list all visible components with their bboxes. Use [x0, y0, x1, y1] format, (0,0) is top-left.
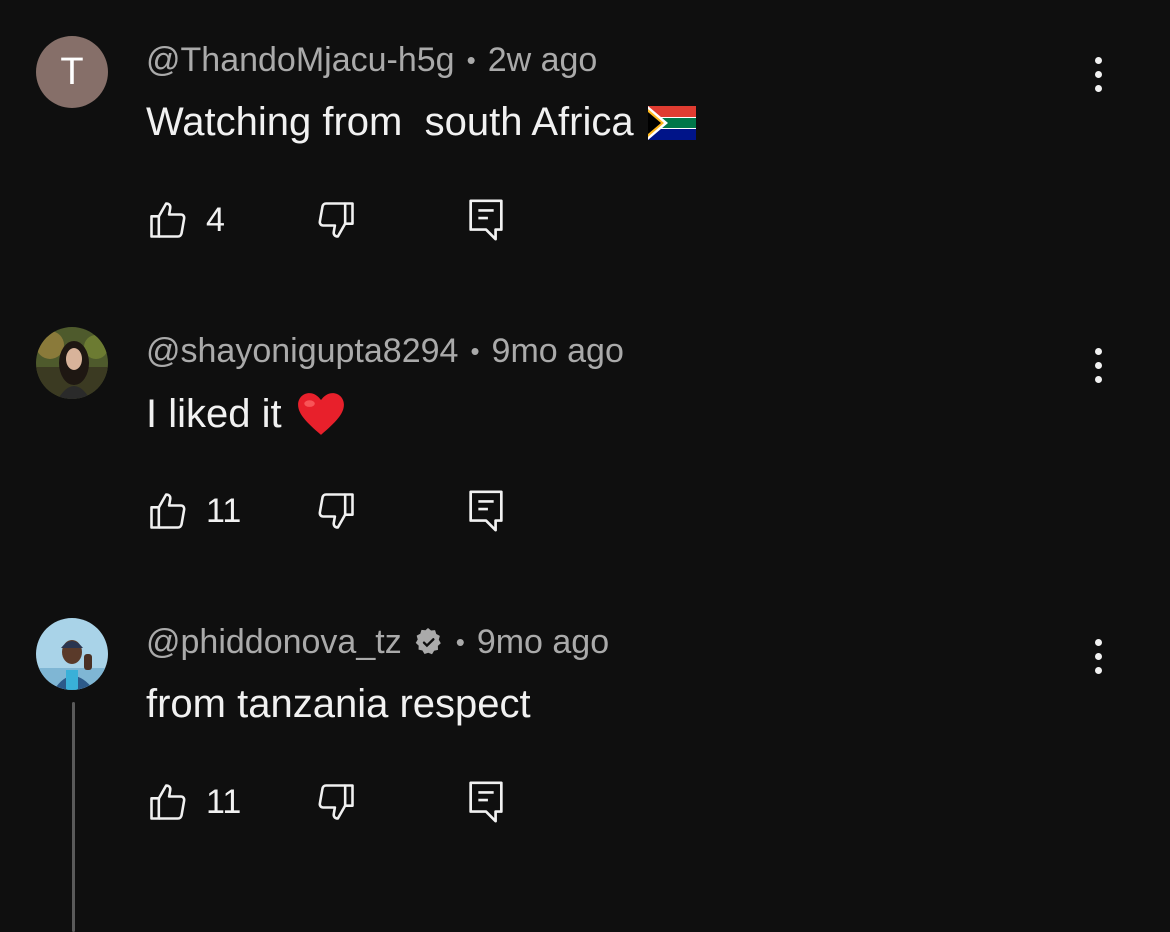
comment-time[interactable]: 9mo ago — [477, 623, 609, 662]
comment-text: from tanzania respect — [146, 682, 531, 727]
thumbs-up-icon — [150, 202, 186, 238]
avatar[interactable] — [36, 618, 108, 690]
comment-text-body: Watching from south Africa — [146, 100, 634, 144]
comment-meta: @ThandoMjacu-h5g • 2w ago — [146, 40, 597, 80]
comment-text: I liked it — [146, 391, 346, 437]
more-options-button[interactable] — [1080, 632, 1116, 680]
dislike-button[interactable] — [314, 778, 358, 826]
more-options-button[interactable] — [1080, 50, 1116, 98]
comment-text-body: I liked it — [146, 391, 282, 436]
thumbs-up-icon — [150, 493, 186, 529]
like-count: 11 — [206, 782, 242, 821]
more-vert-icon — [1094, 347, 1102, 355]
avatar-photo — [36, 327, 108, 399]
reply-icon — [469, 199, 503, 241]
thumbs-down-icon — [318, 202, 354, 238]
avatar-photo — [36, 618, 108, 690]
separator-dot: • — [470, 335, 480, 366]
more-vert-icon — [1094, 56, 1102, 64]
reply-button[interactable] — [466, 196, 506, 244]
comment-actions: 11 — [146, 487, 566, 535]
dislike-button[interactable] — [314, 196, 358, 244]
separator-dot: • — [466, 44, 476, 75]
reply-icon — [469, 490, 503, 532]
comment-author[interactable]: @ThandoMjacu-h5g — [146, 41, 455, 80]
like-count: 11 — [206, 491, 242, 530]
verified-badge-icon — [412, 626, 444, 658]
avatar[interactable] — [36, 327, 108, 399]
comment-time[interactable]: 9mo ago — [492, 332, 624, 371]
separator-dot: • — [455, 626, 465, 657]
comment-meta: @shayonigupta8294 • 9mo ago — [146, 331, 624, 371]
red-heart-icon — [296, 391, 346, 437]
thumbs-up-icon — [150, 784, 186, 820]
comment-time[interactable]: 2w ago — [488, 41, 598, 80]
like-button[interactable]: 4 — [146, 196, 225, 244]
comment-meta: @phiddonova_tz • 9mo ago — [146, 622, 609, 662]
dislike-button[interactable] — [314, 487, 358, 535]
reply-button[interactable] — [466, 487, 506, 535]
thumbs-down-icon — [318, 784, 354, 820]
comment-author[interactable]: @phiddonova_tz — [146, 623, 402, 662]
comment-author[interactable]: @shayonigupta8294 — [146, 332, 458, 371]
comment-actions: 4 — [146, 196, 566, 244]
reply-button[interactable] — [466, 778, 506, 826]
comment-text: Watching from south Africa — [146, 100, 696, 145]
avatar[interactable]: T — [36, 36, 108, 108]
like-count: 4 — [206, 200, 225, 239]
comment-actions: 11 — [146, 778, 566, 826]
thumbs-down-icon — [318, 493, 354, 529]
more-options-button[interactable] — [1080, 341, 1116, 389]
reply-thread-line[interactable] — [72, 702, 75, 932]
more-vert-icon — [1094, 638, 1102, 646]
reply-icon — [469, 781, 503, 823]
comment-text-body: from tanzania respect — [146, 682, 531, 726]
like-button[interactable]: 11 — [146, 487, 241, 535]
like-button[interactable]: 11 — [146, 778, 241, 826]
south-africa-flag-icon — [647, 105, 696, 140]
